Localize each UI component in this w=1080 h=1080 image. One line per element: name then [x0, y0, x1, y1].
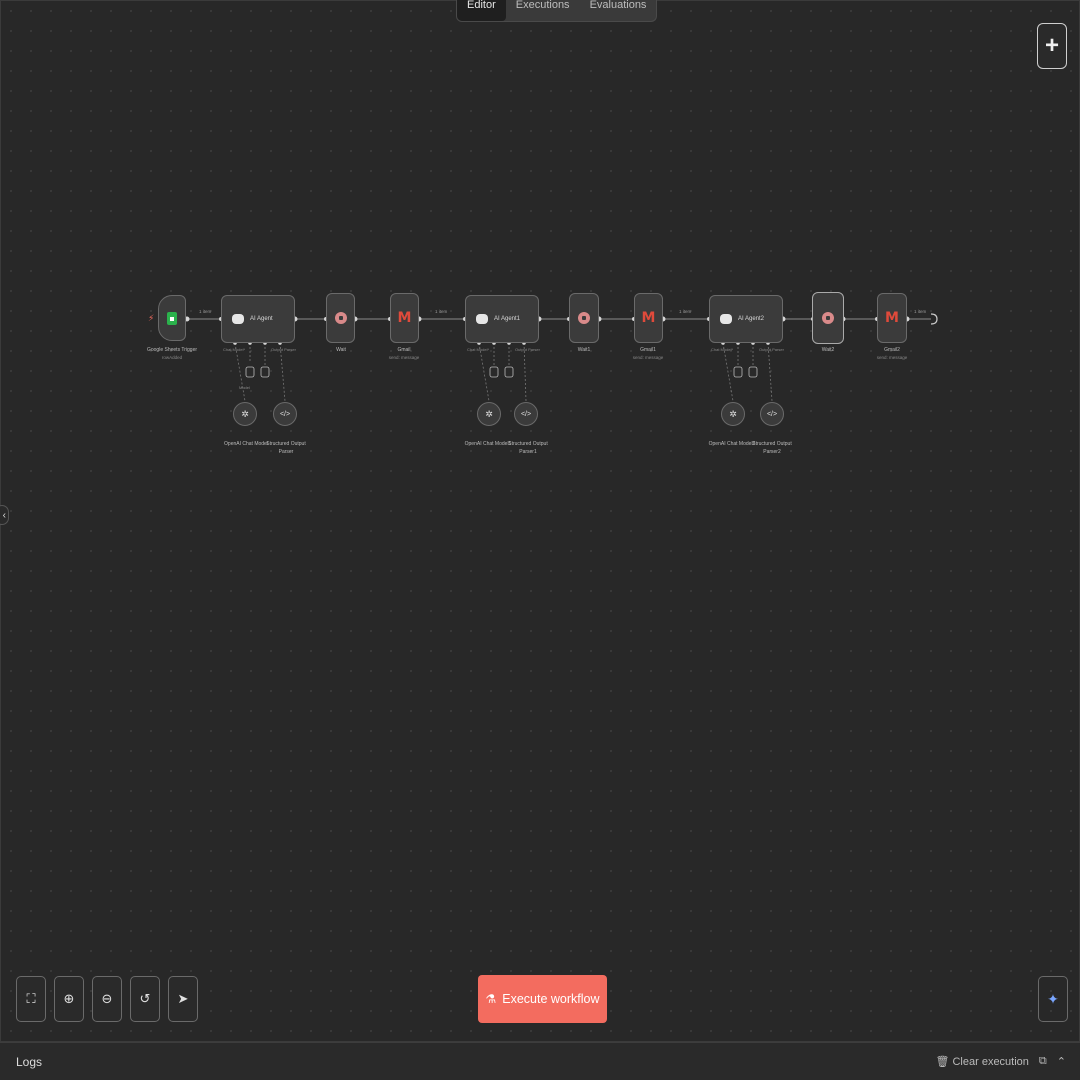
- node-subcaption: send: message: [632, 355, 664, 360]
- node-caption: Parser1: [519, 449, 537, 455]
- robot-icon: [476, 314, 488, 324]
- node-ai-agent-1[interactable]: AI Agent1: [465, 295, 539, 343]
- pop-out-icon[interactable]: ⧉: [1039, 1055, 1047, 1068]
- node-wait-1[interactable]: [569, 293, 599, 343]
- node-label: AI Agent1: [494, 316, 521, 322]
- add-node-button[interactable]: +: [1037, 23, 1067, 69]
- tab-executions[interactable]: Executions: [506, 0, 580, 21]
- openai-icon: ✲: [241, 408, 249, 419]
- openai-icon: ✲: [485, 408, 493, 419]
- port-label: Output Parser: [271, 347, 296, 352]
- pointer-icon: ➤: [177, 991, 189, 1006]
- node-caption: Parser: [278, 449, 294, 455]
- structured-output-parser-node[interactable]: </>: [514, 402, 538, 426]
- wait-icon: [334, 312, 347, 324]
- openai-chat-model-node[interactable]: ✲: [233, 402, 257, 426]
- node-wait[interactable]: [326, 293, 355, 343]
- google-sheets-icon: [167, 311, 177, 325]
- port-label: Output Parser: [759, 347, 784, 352]
- tab-editor[interactable]: Editor: [457, 0, 506, 21]
- edge-label: 1 item: [679, 309, 692, 314]
- zoom-out-button[interactable]: ⊖: [92, 976, 122, 1022]
- node-caption: Gmail: [397, 347, 411, 353]
- zoom-out-icon: ⊖: [101, 991, 113, 1006]
- node-label: AI Agent2: [738, 316, 765, 322]
- robot-icon: [232, 314, 244, 324]
- gmail-icon: M: [397, 310, 412, 326]
- node-wait-2[interactable]: [812, 292, 844, 344]
- tab-evaluations[interactable]: Evaluations: [580, 0, 657, 21]
- connection-wires: [184, 313, 938, 402]
- node-caption: Gmail2: [884, 347, 900, 353]
- port-label: Output Parser: [515, 347, 540, 352]
- code-icon: </>: [766, 410, 778, 418]
- pointer-mode-button[interactable]: ➤: [168, 976, 198, 1022]
- structured-output-parser-node[interactable]: </>: [273, 402, 297, 426]
- gmail-icon: M: [641, 310, 656, 326]
- openai-icon: ✲: [729, 408, 737, 419]
- clear-execution-button[interactable]: 🗑 Clear execution: [935, 1055, 1028, 1068]
- node-caption: Wait1: [577, 347, 591, 353]
- chevron-left-icon[interactable]: ‹: [0, 505, 9, 525]
- flask-icon: ⚗: [485, 992, 497, 1006]
- edge-label: 1 item: [914, 309, 927, 314]
- reset-icon: ↺: [139, 991, 151, 1006]
- logs-title: Logs: [16, 1054, 43, 1069]
- node-gmail[interactable]: M: [390, 293, 419, 343]
- ai-assistant-button[interactable]: ✦: [1038, 976, 1068, 1022]
- node-label: AI Agent: [250, 316, 273, 322]
- node-ai-agent-2[interactable]: AI Agent2: [709, 295, 783, 343]
- zoom-in-button[interactable]: ⊕: [54, 976, 84, 1022]
- edge-label: 1 item: [435, 309, 448, 314]
- node-caption: Structured Output: [752, 441, 792, 447]
- node-caption: Structured Output: [266, 441, 306, 447]
- openai-chat-model-node[interactable]: ✲: [477, 402, 501, 426]
- node-ai-agent[interactable]: AI Agent: [221, 295, 295, 343]
- view-tabs: Editor Executions Evaluations: [456, 0, 658, 22]
- trash-icon: 🗑: [935, 1056, 950, 1068]
- gmail-icon: M: [885, 310, 899, 326]
- robot-icon: [720, 314, 732, 324]
- structured-output-parser-node[interactable]: </>: [760, 402, 784, 426]
- node-google-sheets-trigger[interactable]: [158, 295, 186, 341]
- port-label: Model: [239, 385, 250, 390]
- sparkle-icon: ✦: [1047, 990, 1059, 1007]
- node-caption: Wait2: [821, 347, 835, 353]
- logs-panel-bar[interactable]: Logs 🗑 Clear execution ⧉ ⌃: [0, 1042, 1080, 1080]
- node-caption: Wait: [336, 347, 346, 353]
- clear-execution-label: Clear execution: [952, 1056, 1029, 1068]
- wait-icon: [822, 312, 834, 324]
- openai-chat-model-node[interactable]: ✲: [721, 402, 745, 426]
- edge-label: 1 item: [199, 309, 212, 314]
- chevron-up-icon[interactable]: ⌃: [1057, 1055, 1066, 1068]
- node-gmail-1[interactable]: M: [634, 293, 663, 343]
- wait-icon: [578, 312, 590, 324]
- workflow-canvas[interactable]: 1 item 1 item 1 item 1 item ⚡ Google She…: [0, 0, 1080, 1042]
- port-label: Chat Model*: [467, 347, 490, 352]
- node-caption: Gmail1: [640, 347, 656, 353]
- execute-workflow-label: Execute workflow: [502, 992, 600, 1006]
- node-gmail-2[interactable]: M: [877, 293, 907, 343]
- node-subcaption: rowAdded: [161, 355, 183, 360]
- trigger-bolt-icon: ⚡: [148, 313, 155, 323]
- zoom-in-icon: ⊕: [63, 991, 75, 1006]
- node-caption: Parser2: [763, 449, 781, 455]
- code-icon: </>: [520, 410, 532, 418]
- execute-workflow-button[interactable]: ⚗ Execute workflow: [478, 975, 607, 1023]
- node-caption: Structured Output: [508, 441, 548, 447]
- code-icon: </>: [279, 410, 291, 418]
- fit-view-icon: ⛶: [26, 991, 36, 1006]
- node-caption: Google Sheets Trigger: [146, 347, 198, 353]
- fit-view-button[interactable]: ⛶: [16, 976, 46, 1022]
- reset-zoom-button[interactable]: ↺: [130, 976, 160, 1022]
- port-label: Chat Model*: [711, 347, 734, 352]
- port-label: Chat Model*: [223, 347, 246, 352]
- node-subcaption: send: message: [388, 355, 420, 360]
- node-subcaption: send: message: [876, 355, 908, 360]
